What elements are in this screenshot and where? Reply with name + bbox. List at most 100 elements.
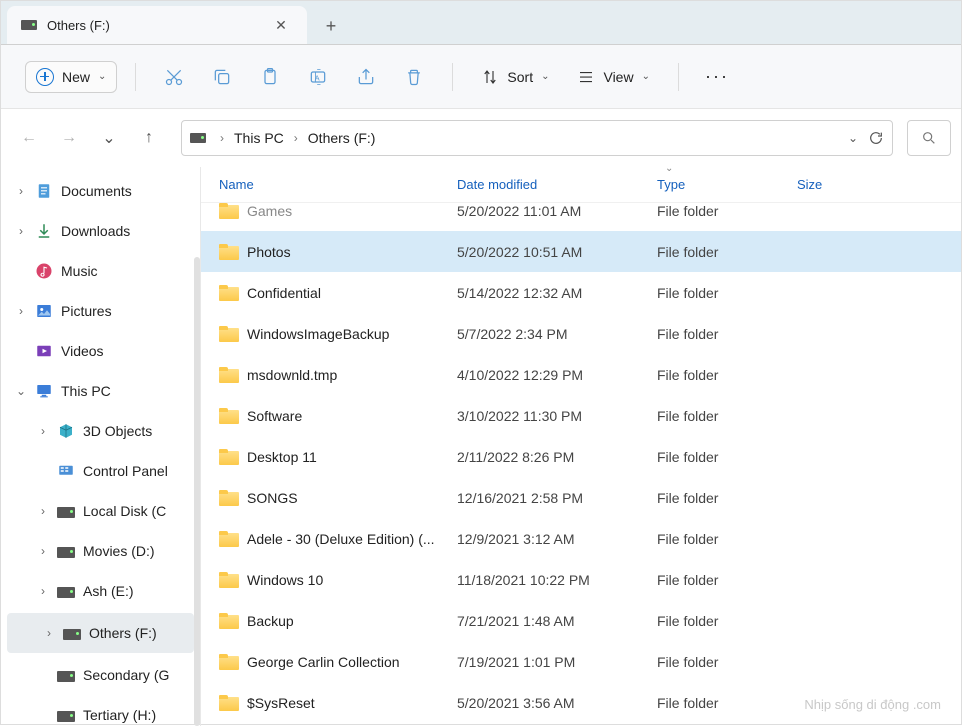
tree-item-label: Others (F:)	[89, 625, 157, 641]
file-row[interactable]: Adele - 30 (Deluxe Edition) (...12/9/202…	[201, 518, 961, 559]
expand-icon[interactable]: ›	[37, 504, 49, 518]
cut-button[interactable]	[154, 57, 194, 97]
file-list: Name Date modified ⌄ Type Size Games5/20…	[201, 167, 961, 726]
tree-item-ash-e-[interactable]: › Ash (E:)	[1, 571, 200, 611]
breadcrumb-current[interactable]: Others (F:)	[304, 126, 380, 150]
address-bar[interactable]: › This PC › Others (F:) ⌄	[181, 120, 893, 156]
chevron-down-icon: ⌄	[642, 71, 650, 82]
search-box[interactable]	[907, 120, 951, 156]
file-row[interactable]: Games5/20/2022 11:01 AMFile folder	[201, 190, 961, 231]
close-tab-button[interactable]: ✕	[269, 13, 293, 37]
doc-icon	[35, 182, 53, 200]
file-row[interactable]: Confidential5/14/2022 12:32 AMFile folde…	[201, 272, 961, 313]
tree-item-label: Music	[61, 263, 98, 279]
copy-button[interactable]	[202, 57, 242, 97]
tree-item-control-panel[interactable]: Control Panel	[1, 451, 200, 491]
chevron-right-icon: ›	[214, 131, 230, 145]
chevron-down-icon: ⌄	[98, 71, 106, 82]
file-row[interactable]: SONGS12/16/2021 2:58 PMFile folder	[201, 477, 961, 518]
tree-item-music[interactable]: Music	[1, 251, 200, 291]
tree-item-local-disk-c[interactable]: ›Local Disk (C	[1, 491, 200, 531]
file-name: Software	[247, 408, 302, 424]
forward-button[interactable]: →	[51, 120, 87, 156]
folder-icon	[219, 654, 239, 670]
tree-item-label: Videos	[61, 343, 104, 359]
file-row[interactable]: Software3/10/2022 11:30 PMFile folder	[201, 395, 961, 436]
view-icon	[577, 68, 595, 86]
plus-icon	[36, 68, 54, 86]
expand-icon[interactable]: ›	[37, 584, 49, 598]
new-button[interactable]: New ⌄	[25, 61, 117, 93]
file-name: Backup	[247, 613, 294, 629]
tree-item-label: Documents	[61, 183, 132, 199]
file-name: Desktop 11	[247, 449, 317, 465]
rename-button[interactable]: A	[298, 57, 338, 97]
file-row[interactable]: WindowsImageBackup5/7/2022 2:34 PMFile f…	[201, 313, 961, 354]
file-name: msdownld.tmp	[247, 367, 337, 383]
file-row[interactable]: Photos5/20/2022 10:51 AMFile folder	[201, 231, 961, 272]
tree-item-secondary-g[interactable]: Secondary (G	[1, 655, 200, 695]
file-name: $SysReset	[247, 695, 315, 711]
tree-item-videos[interactable]: Videos	[1, 331, 200, 371]
file-date: 4/10/2022 12:29 PM	[457, 367, 657, 383]
address-dropdown[interactable]: ⌄	[848, 131, 858, 145]
pic-icon	[35, 302, 53, 320]
expand-icon[interactable]: ›	[15, 184, 27, 198]
drive-icon	[190, 133, 206, 143]
view-button[interactable]: View ⌄	[567, 62, 659, 92]
file-name: Photos	[247, 244, 291, 260]
tree-item-label: Downloads	[61, 223, 130, 239]
tree-item-documents[interactable]: › Documents	[1, 171, 200, 211]
sort-button[interactable]: Sort ⌄	[471, 62, 559, 92]
file-row[interactable]: Windows 1011/18/2021 10:22 PMFile folder	[201, 559, 961, 600]
tree-item-label: Movies (D:)	[83, 543, 155, 559]
file-type: File folder	[657, 695, 797, 711]
browser-tab[interactable]: Others (F:) ✕	[7, 6, 307, 44]
more-button[interactable]: ···	[697, 66, 737, 87]
tree-item-downloads[interactable]: › Downloads	[1, 211, 200, 251]
pc-icon	[35, 382, 53, 400]
tree-item-pictures[interactable]: › Pictures	[1, 291, 200, 331]
file-row[interactable]: George Carlin Collection7/19/2021 1:01 P…	[201, 641, 961, 682]
sidebar-scrollbar[interactable]	[194, 257, 200, 726]
delete-button[interactable]	[394, 57, 434, 97]
file-name: Windows 10	[247, 572, 323, 588]
tree-item-tertiary-h-[interactable]: Tertiary (H:)	[1, 695, 200, 726]
breadcrumb-this-pc[interactable]: This PC	[230, 126, 288, 150]
expand-icon[interactable]: ›	[37, 544, 49, 558]
file-date: 5/20/2021 3:56 AM	[457, 695, 657, 711]
expand-icon[interactable]: ›	[15, 304, 27, 318]
new-label: New	[62, 69, 90, 85]
paste-button[interactable]	[250, 57, 290, 97]
tree-item-label: 3D Objects	[83, 423, 152, 439]
tree-item-others-f-[interactable]: › Others (F:)	[7, 613, 194, 653]
tree-item-label: Pictures	[61, 303, 112, 319]
expand-icon[interactable]: ⌄	[15, 384, 27, 398]
chevron-down-icon: ⌄	[541, 71, 549, 82]
file-row[interactable]: msdownld.tmp4/10/2022 12:29 PMFile folde…	[201, 354, 961, 395]
share-button[interactable]	[346, 57, 386, 97]
refresh-button[interactable]	[868, 130, 884, 146]
file-date: 11/18/2021 10:22 PM	[457, 572, 657, 588]
drive-icon	[57, 502, 75, 520]
file-name: WindowsImageBackup	[247, 326, 389, 342]
file-row[interactable]: Backup7/21/2021 1:48 AMFile folder	[201, 600, 961, 641]
tree-item-label: This PC	[61, 383, 111, 399]
file-row[interactable]: Desktop 112/11/2022 8:26 PMFile folder	[201, 436, 961, 477]
tree-item-label: Ash (E:)	[83, 583, 134, 599]
tree-item-this-pc[interactable]: ⌄ This PC	[1, 371, 200, 411]
file-date: 7/21/2021 1:48 AM	[457, 613, 657, 629]
new-tab-button[interactable]: +	[313, 8, 349, 44]
expand-icon[interactable]: ›	[43, 626, 55, 640]
expand-icon[interactable]: ›	[15, 224, 27, 238]
drive-icon	[57, 706, 75, 724]
tree-item-3d-objects[interactable]: › 3D Objects	[1, 411, 200, 451]
recent-button[interactable]: ⌄	[91, 120, 127, 156]
tree-item-movies-d-[interactable]: › Movies (D:)	[1, 531, 200, 571]
expand-icon[interactable]: ›	[37, 424, 49, 438]
view-label: View	[603, 69, 633, 85]
back-button[interactable]: ←	[11, 120, 47, 156]
file-date: 2/11/2022 8:26 PM	[457, 449, 657, 465]
up-button[interactable]: ↑	[131, 120, 167, 156]
sort-indicator-icon: ⌄	[665, 167, 673, 174]
